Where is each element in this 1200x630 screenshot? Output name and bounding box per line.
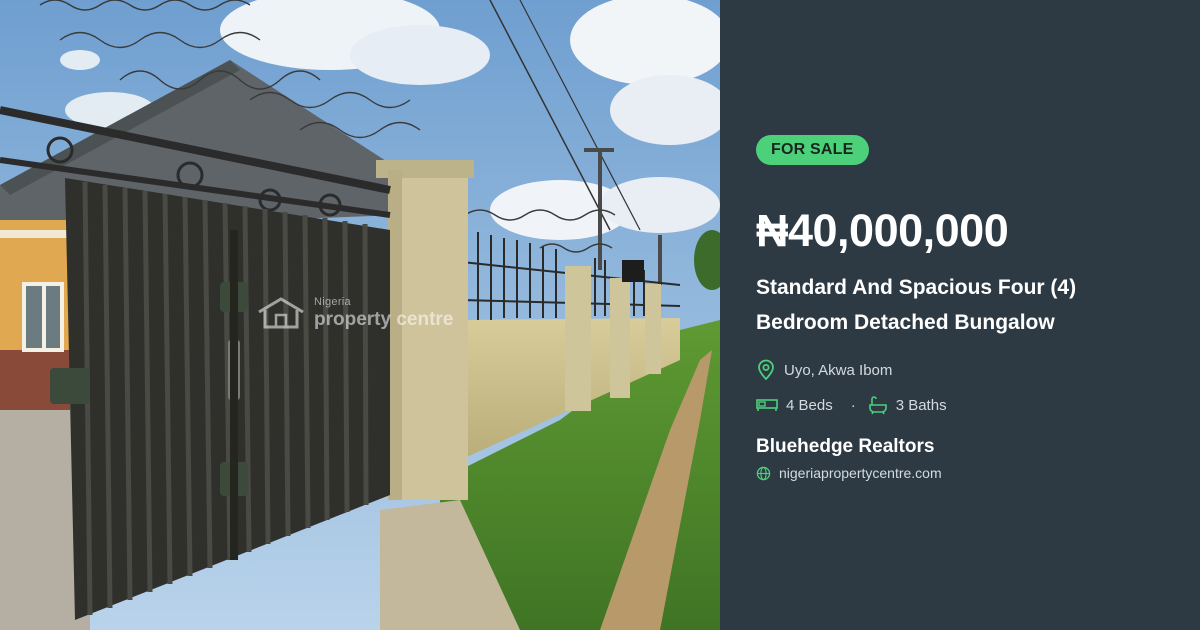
listing-price: ₦40,000,000: [756, 205, 1009, 256]
listing-title: Standard And Spacious Four (4) Bedroom D…: [756, 276, 1077, 334]
website-row: nigeriapropertycentre.com: [756, 465, 942, 481]
location-row: Uyo, Akwa Ibom: [756, 359, 892, 381]
bed-icon: [756, 398, 778, 412]
house-logo-icon: [256, 296, 306, 330]
watermark-line-2: property centre: [314, 309, 454, 330]
location-text: Uyo, Akwa Ibom: [784, 361, 893, 379]
watermark-line-1: Nigeria: [314, 296, 351, 308]
website-text: nigeriapropertycentre.com: [779, 465, 942, 481]
watermark: Nigeria property centre: [256, 296, 453, 330]
map-pin-icon: [756, 359, 776, 381]
beds-text: 4 Beds: [786, 396, 833, 414]
agent-name: Bluehedge Realtors: [756, 436, 935, 457]
baths-text: 3 Baths: [895, 396, 947, 414]
separator-dot: ·: [850, 396, 856, 414]
property-photo: Nigeria property centre: [0, 0, 720, 630]
status-badge: FOR SALE: [756, 135, 869, 165]
listing-panel: FOR SALE ₦40,000,000 Standard And Spacio…: [720, 0, 1200, 630]
globe-icon: [756, 466, 771, 481]
specs-row: 4 Beds · 3 Baths: [756, 395, 947, 415]
bathtub-icon: [868, 395, 888, 415]
